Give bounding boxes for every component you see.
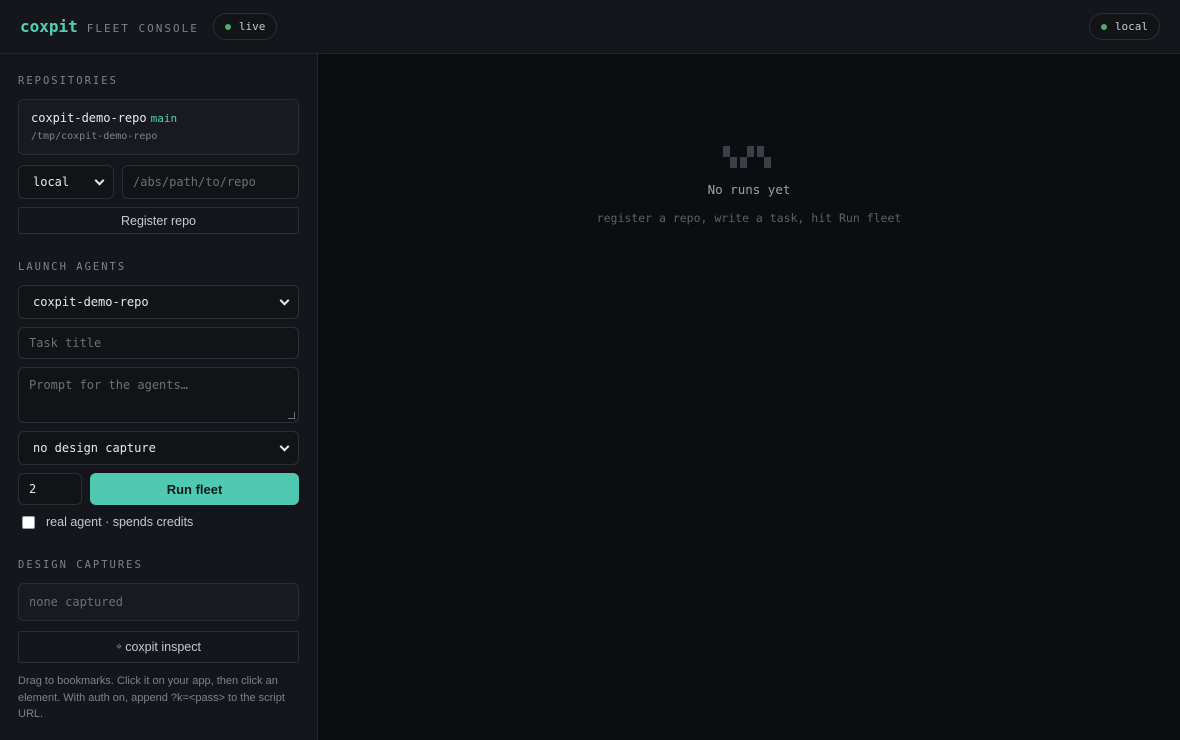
run-fleet-button[interactable]: Run fleet — [90, 473, 299, 505]
live-status-label: live — [238, 20, 266, 33]
empty-state-title: No runs yet — [707, 182, 791, 197]
chevron-down-icon — [279, 441, 290, 452]
design-captures-heading: DESIGN CAPTURES — [18, 559, 143, 571]
repo-card[interactable]: coxpit-demo-repo main /tmp/coxpit-demo-re… — [18, 99, 299, 155]
register-repo-label: Register repo — [120, 213, 197, 228]
repo-path-placeholder: /abs/path/to/repo — [133, 175, 256, 189]
resize-handle-icon[interactable] — [288, 412, 295, 419]
inspect-help-text: Drag to bookmarks. Click it on your app,… — [18, 675, 285, 720]
launch-repo-select[interactable]: coxpit-demo-repo — [18, 285, 299, 319]
run-fleet-label: Run fleet — [166, 481, 223, 497]
design-captures-empty: none captured — [29, 595, 123, 609]
task-title-input[interactable]: Task title — [18, 327, 299, 359]
crosshair-icon: ⌖ — [116, 640, 123, 653]
agent-count-input[interactable]: 2 — [18, 473, 82, 505]
repo-path-input[interactable]: /abs/path/to/repo — [122, 165, 299, 199]
design-captures-list: none captured — [18, 583, 299, 621]
launch-repo-select-value: coxpit-demo-repo — [33, 295, 149, 309]
design-capture-select[interactable]: no design capture — [18, 431, 299, 465]
coxpit-inspect-bookmarklet[interactable]: ⌖ coxpit inspect — [18, 631, 299, 663]
design-capture-select-value: no design capture — [33, 441, 156, 455]
agent-count-value: 2 — [29, 482, 37, 496]
brand-subtitle: FLEET CONSOLE — [86, 21, 199, 35]
location-select-value: local — [33, 175, 70, 189]
runs-panel: No runs yet register a repo, write a tas… — [318, 54, 1180, 740]
brand-logo: coxpit — [20, 17, 78, 36]
chevron-down-icon — [94, 175, 105, 186]
app-header: coxpit FLEET CONSOLE live local — [0, 0, 1180, 54]
sidebar: REPOSITORIES coxpit-demo-repo main /tmp/c… — [0, 54, 318, 740]
launch-agents-heading: LAUNCH AGENTS — [18, 261, 127, 273]
local-status-badge: local — [1088, 13, 1160, 40]
register-repo-button[interactable]: Register repo — [18, 207, 299, 234]
live-status-badge: live — [212, 13, 278, 40]
repo-branch: main — [150, 112, 178, 125]
task-title-placeholder: Task title — [29, 336, 102, 350]
empty-state-subtitle: register a repo, write a task, hit Run f… — [596, 211, 902, 225]
chevron-down-icon — [279, 295, 290, 306]
location-select[interactable]: local — [18, 165, 114, 199]
repo-name: coxpit-demo-repo — [31, 111, 147, 125]
status-dot-icon — [224, 23, 231, 30]
inspect-button-label: coxpit inspect — [125, 640, 201, 654]
runs-empty-icon — [723, 146, 771, 168]
real-agent-label: real agent · spends credits — [46, 515, 194, 529]
local-status-label: local — [1114, 20, 1148, 33]
status-dot-icon — [1100, 23, 1107, 30]
prompt-textarea[interactable]: Prompt for the agents… — [18, 367, 299, 423]
real-agent-checkbox[interactable] — [22, 516, 35, 529]
prompt-placeholder: Prompt for the agents… — [29, 378, 188, 392]
repo-path: /tmp/coxpit-demo-repo — [31, 131, 158, 142]
repositories-heading: REPOSITORIES — [18, 75, 118, 87]
